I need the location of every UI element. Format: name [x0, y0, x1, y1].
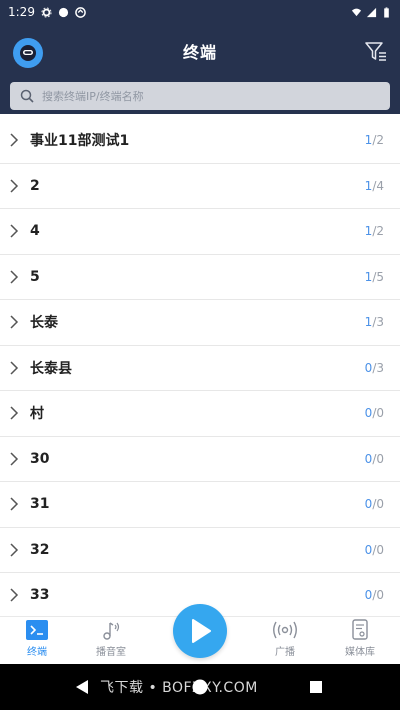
terminal-group-list: 事业11部测试1 1/2 2 1/4 4 1/2 5 1/5 长泰 1/3 长泰… [0, 118, 400, 616]
group-name: 村 [30, 406, 44, 423]
online-count: 0/0 [364, 542, 384, 557]
list-item[interactable]: 事业11部测试1 1/2 [0, 118, 400, 164]
battery-icon [384, 6, 389, 18]
watermark: 飞下载 • BOFZXY.COM [100, 680, 258, 696]
search-icon [20, 89, 34, 103]
tab-label: 广播 [275, 647, 295, 658]
list-item[interactable]: 5 1/5 [0, 254, 400, 300]
play-button[interactable] [173, 604, 227, 658]
chevron-right-icon [10, 179, 19, 193]
wifi-icon [351, 8, 362, 16]
app-header: 终端 [0, 24, 400, 78]
list-item[interactable]: 30 0/0 [0, 436, 400, 482]
search-bar [0, 78, 400, 114]
terminal-icon [26, 620, 48, 640]
online-count: 1/3 [364, 315, 384, 330]
tab-media[interactable]: 媒体库 [325, 619, 395, 663]
recents-icon[interactable] [309, 680, 323, 694]
chevron-right-icon [10, 406, 19, 420]
chevron-right-icon [10, 452, 19, 466]
home-icon[interactable] [191, 678, 209, 696]
group-name: 2 [30, 177, 40, 194]
tab-broadcast[interactable]: 广播 [250, 619, 320, 663]
user-icon [20, 45, 36, 61]
online-count: 1/2 [364, 224, 384, 239]
tab-label: 媒体库 [345, 647, 375, 658]
tab-studio[interactable]: 播音室 [76, 619, 146, 663]
group-name: 长泰县 [30, 360, 72, 377]
online-count: 1/5 [364, 269, 384, 284]
list-item[interactable]: 村 0/0 [0, 391, 400, 437]
chevron-right-icon [10, 543, 19, 557]
status-bar: 1:29 [0, 0, 400, 24]
group-name: 31 [30, 496, 50, 513]
avatar[interactable] [13, 38, 43, 68]
system-nav-bar: 飞下载 • BOFZXY.COM [0, 664, 400, 710]
tab-terminal[interactable]: 终端 [2, 619, 72, 663]
list-item[interactable]: 31 0/0 [0, 482, 400, 528]
chevron-right-icon [10, 133, 19, 147]
group-name: 30 [30, 450, 50, 467]
list-item[interactable]: 长泰县 0/3 [0, 345, 400, 391]
online-count: 0/0 [364, 588, 384, 603]
group-name: 5 [30, 268, 40, 285]
group-name: 事业11部测试1 [30, 133, 130, 150]
list-item[interactable]: 2 1/4 [0, 163, 400, 209]
online-count: 1/4 [364, 178, 384, 193]
back-icon[interactable] [75, 679, 89, 695]
tab-label: 终端 [27, 647, 47, 658]
online-count: 0/0 [364, 406, 384, 421]
play-icon [192, 619, 211, 643]
chevron-right-icon [10, 497, 19, 511]
tab-label: 播音室 [96, 647, 126, 658]
list-item[interactable]: 32 0/0 [0, 527, 400, 573]
search-box[interactable] [10, 82, 390, 110]
list-item[interactable]: 4 1/2 [0, 209, 400, 255]
online-count: 1/2 [364, 133, 384, 148]
signal-icon [366, 7, 377, 17]
online-count: 0/0 [364, 497, 384, 512]
group-name: 32 [30, 541, 50, 558]
filter-icon[interactable] [364, 40, 388, 64]
status-time: 1:29 [8, 5, 35, 19]
chevron-right-icon [10, 315, 19, 329]
media-library-icon [352, 619, 368, 640]
list-item[interactable]: 长泰 1/3 [0, 300, 400, 346]
group-name: 4 [30, 223, 40, 240]
online-count: 0/3 [364, 360, 384, 375]
sync-icon [75, 6, 86, 18]
chevron-right-icon [10, 224, 19, 238]
group-name: 33 [30, 587, 50, 604]
page-title: 终端 [182, 43, 217, 62]
chevron-right-icon [10, 361, 19, 375]
group-name: 长泰 [30, 315, 58, 332]
chevron-right-icon [10, 588, 19, 602]
online-count: 0/0 [364, 451, 384, 466]
broadcast-icon [273, 621, 297, 639]
chevron-right-icon [10, 270, 19, 284]
dot-icon [58, 7, 69, 17]
settings-icon [41, 6, 52, 18]
search-input[interactable] [42, 89, 362, 103]
music-note-icon [103, 622, 120, 640]
